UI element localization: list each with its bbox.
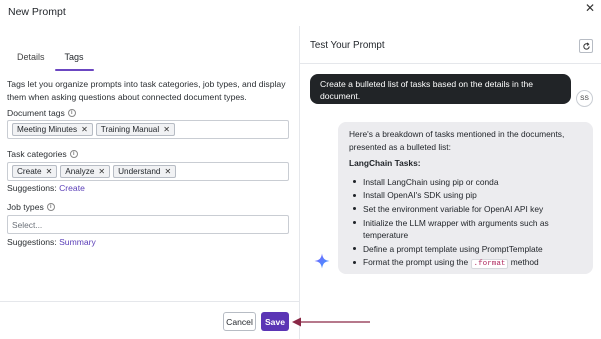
list-item: Format the prompt using the .format meth…	[349, 256, 583, 270]
tab-tags[interactable]: Tags	[54, 46, 94, 71]
tag-chip: Create ✕	[12, 165, 58, 178]
close-icon[interactable]: ✕	[585, 2, 595, 14]
inline-code: .format	[470, 259, 509, 270]
tag-chip-label: Meeting Minutes	[17, 125, 78, 134]
list-item: Initialize the LLM wrapper with argument…	[349, 217, 583, 242]
task-categories-label-text: Task categories	[7, 149, 67, 159]
job-types-label-text: Job types	[7, 202, 44, 212]
remove-tag-icon[interactable]: ✕	[46, 167, 53, 176]
save-button[interactable]: Save	[261, 312, 289, 331]
test-panel-title: Test Your Prompt	[310, 40, 385, 51]
tag-chip: Training Manual ✕	[95, 123, 175, 136]
job-types-select[interactable]	[7, 215, 289, 234]
job-types-label: Job types i	[7, 202, 55, 212]
remove-tag-icon[interactable]: ✕	[163, 125, 170, 134]
assistant-sparkle-icon	[312, 251, 332, 271]
tag-chip-label: Understand	[118, 167, 161, 176]
list-item: Set the environment variable for OpenAI …	[349, 203, 583, 215]
refresh-icon	[582, 42, 590, 50]
user-avatar: SS	[576, 90, 593, 107]
list-item: Install LangChain using pip or conda	[349, 176, 583, 188]
list-item: Install OpenAI's SDK using pip	[349, 189, 583, 201]
prompt-form-panel: Details Tags Tags let you organize promp…	[0, 26, 299, 339]
cancel-button[interactable]: Cancel	[223, 312, 256, 331]
document-tags-input[interactable]: Meeting Minutes ✕ Training Manual ✕	[7, 120, 289, 139]
footer-divider	[0, 301, 299, 302]
tag-chip: Analyze ✕	[60, 165, 111, 178]
tab-bar: Details Tags	[7, 46, 94, 72]
remove-tag-icon[interactable]: ✕	[98, 167, 105, 176]
suggestions-label: Suggestions:	[7, 183, 57, 193]
document-tags-label-text: Document tags	[7, 108, 65, 118]
list-item-text: method	[510, 257, 539, 268]
task-categories-label: Task categories i	[7, 149, 78, 159]
suggestions-label: Suggestions:	[7, 237, 57, 247]
assistant-message-bubble: Here's a breakdown of tasks mentioned in…	[338, 122, 593, 274]
tab-details[interactable]: Details	[7, 46, 55, 69]
list-item: Define a prompt template using PromptTem…	[349, 243, 583, 255]
task-categories-input[interactable]: Create ✕ Analyze ✕ Understand ✕	[7, 162, 289, 181]
response-heading: LangChain Tasks:	[349, 158, 421, 168]
dialog-titlebar: New Prompt ✕	[0, 0, 601, 26]
test-prompt-panel: Test Your Prompt Create a bulleted list …	[300, 26, 601, 339]
tag-chip-label: Create	[17, 167, 42, 176]
job-types-suggestions: Suggestions: Summary	[7, 237, 96, 247]
task-categories-suggestions: Suggestions: Create	[7, 183, 85, 193]
suggestion-link[interactable]: Create	[59, 183, 85, 193]
remove-tag-icon[interactable]: ✕	[81, 125, 88, 134]
test-panel-header: Test Your Prompt	[300, 26, 601, 64]
dialog-title: New Prompt	[8, 6, 66, 18]
suggestion-link[interactable]: Summary	[59, 237, 96, 247]
annotation-arrow-icon	[292, 317, 370, 327]
list-item-text: Format the prompt using the	[363, 257, 469, 268]
info-icon[interactable]: i	[69, 150, 78, 158]
refresh-button[interactable]	[579, 39, 593, 53]
response-list: Install LangChain using pip or conda Ins…	[349, 176, 583, 271]
tag-chip: Understand ✕	[113, 165, 177, 178]
tag-chip-label: Training Manual	[100, 125, 160, 134]
info-icon[interactable]: i	[46, 203, 55, 211]
tag-chip-label: Analyze	[65, 167, 95, 176]
info-icon[interactable]: i	[67, 109, 76, 117]
response-intro: Here's a breakdown of tasks mentioned in…	[349, 129, 565, 152]
tag-chip: Meeting Minutes ✕	[12, 123, 93, 136]
document-tags-label: Document tags i	[7, 108, 76, 118]
user-message-bubble: Create a bulleted list of tasks based on…	[310, 74, 571, 104]
tags-description: Tags let you organize prompts into task …	[7, 79, 286, 102]
remove-tag-icon[interactable]: ✕	[164, 167, 171, 176]
